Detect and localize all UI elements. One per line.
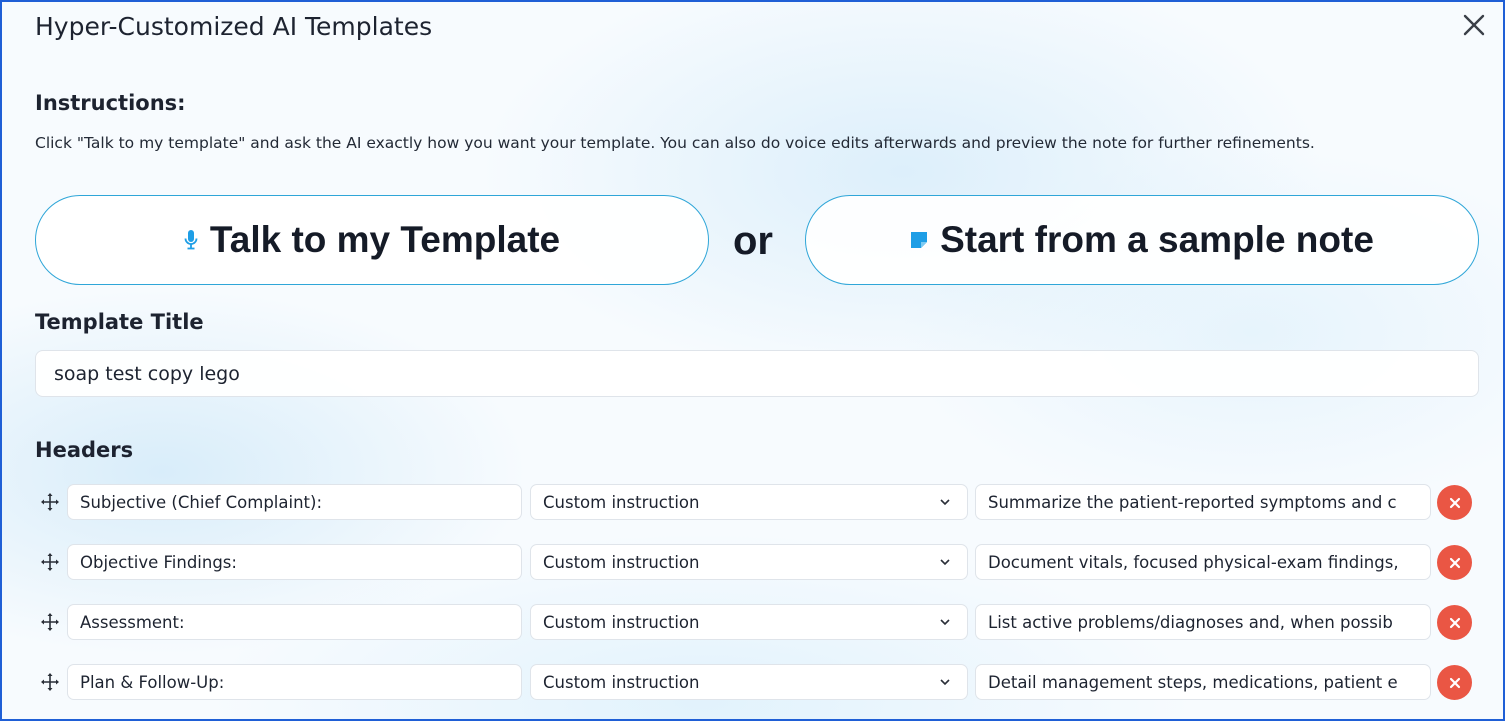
header-type-select[interactable]: Custom instruction xyxy=(530,604,968,640)
drag-handle-icon[interactable] xyxy=(40,552,60,572)
close-icon xyxy=(1449,497,1460,508)
header-type-value: Custom instruction xyxy=(543,672,700,692)
header-name-input[interactable] xyxy=(67,604,522,640)
or-separator: or xyxy=(733,219,773,263)
instructions-heading: Instructions: xyxy=(35,91,186,115)
header-name-input[interactable] xyxy=(67,484,522,520)
header-type-value: Custom instruction xyxy=(543,492,700,512)
drag-handle-icon[interactable] xyxy=(40,672,60,692)
header-row: Custom instruction xyxy=(2,484,1503,520)
header-type-value: Custom instruction xyxy=(543,612,700,632)
talk-to-template-button[interactable]: Talk to my Template xyxy=(35,195,709,285)
modal-title: Hyper-Customized AI Templates xyxy=(35,12,433,41)
delete-header-button[interactable] xyxy=(1437,605,1472,640)
header-instruction-input[interactable] xyxy=(975,664,1431,700)
drag-handle-icon[interactable] xyxy=(40,492,60,512)
close-button[interactable] xyxy=(1459,10,1489,40)
close-icon xyxy=(1463,14,1485,36)
close-icon xyxy=(1449,617,1460,628)
start-from-sample-button[interactable]: Start from a sample note xyxy=(805,195,1479,285)
start-from-sample-label: Start from a sample note xyxy=(940,219,1374,260)
microphone-icon xyxy=(184,229,198,251)
header-instruction-input[interactable] xyxy=(975,484,1431,520)
delete-header-button[interactable] xyxy=(1437,665,1472,700)
talk-to-template-label: Talk to my Template xyxy=(209,219,561,260)
chevron-down-icon xyxy=(940,559,950,566)
chevron-down-icon xyxy=(940,619,950,626)
header-row: Custom instruction xyxy=(2,664,1503,700)
header-instruction-input[interactable] xyxy=(975,544,1431,580)
delete-header-button[interactable] xyxy=(1437,545,1472,580)
template-title-label: Template Title xyxy=(35,310,204,334)
header-row: Custom instruction xyxy=(2,544,1503,580)
chevron-down-icon xyxy=(940,679,950,686)
header-name-input[interactable] xyxy=(67,544,522,580)
delete-header-button[interactable] xyxy=(1437,485,1472,520)
template-modal: Hyper-Customized AI Templates Instructio… xyxy=(0,0,1505,721)
template-title-input[interactable] xyxy=(35,350,1479,397)
header-instruction-input[interactable] xyxy=(975,604,1431,640)
headers-label: Headers xyxy=(35,438,134,462)
header-type-select[interactable]: Custom instruction xyxy=(530,544,968,580)
close-icon xyxy=(1449,557,1460,568)
header-type-value: Custom instruction xyxy=(543,552,700,572)
header-name-input[interactable] xyxy=(67,664,522,700)
drag-handle-icon[interactable] xyxy=(40,612,60,632)
chevron-down-icon xyxy=(940,499,950,506)
header-type-select[interactable]: Custom instruction xyxy=(530,664,968,700)
instructions-text: Click "Talk to my template" and ask the … xyxy=(35,134,1315,152)
close-icon xyxy=(1449,677,1460,688)
header-type-select[interactable]: Custom instruction xyxy=(530,484,968,520)
header-row: Custom instruction xyxy=(2,604,1503,640)
sticky-note-icon xyxy=(910,231,928,249)
